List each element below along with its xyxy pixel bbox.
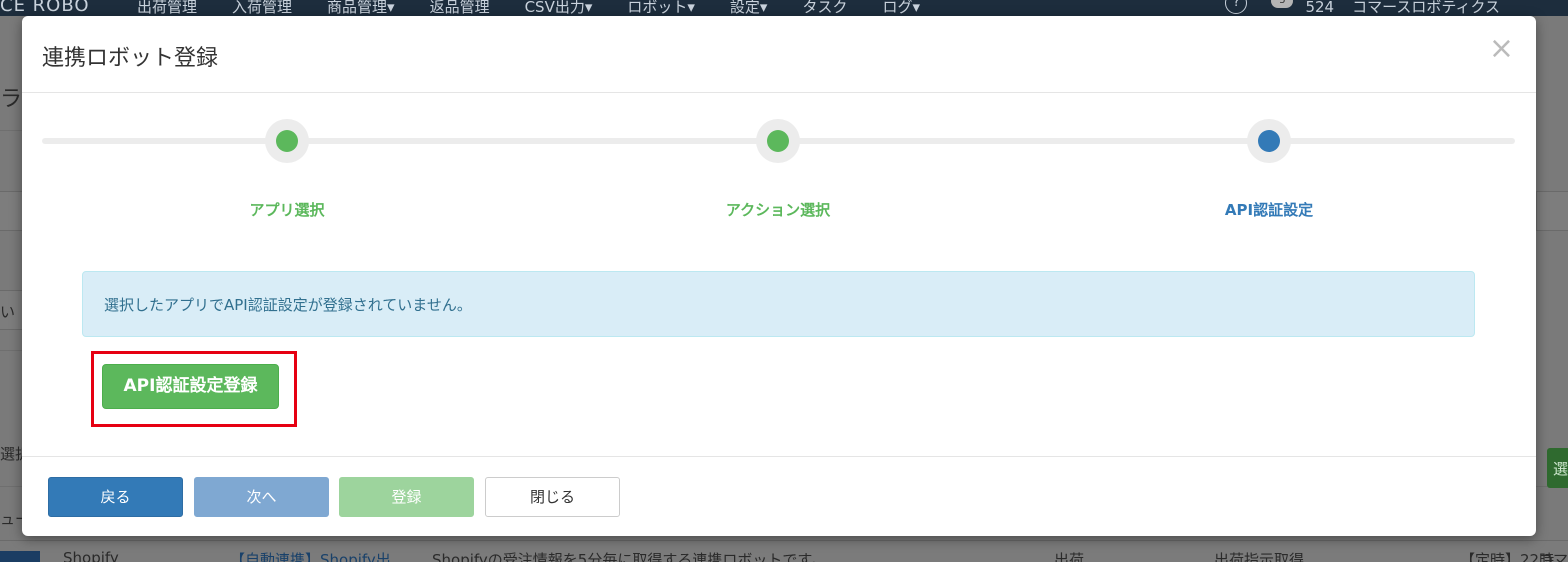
bg-select-fragment: い — [0, 303, 16, 321]
nav-item-shipping[interactable]: 出荷管理 — [137, 0, 197, 16]
close-button[interactable]: 閉じる — [485, 477, 620, 517]
bg-green-button: 選 — [1547, 448, 1568, 488]
bg-row-chip — [0, 551, 40, 562]
bg-input-right — [1536, 191, 1568, 231]
nav-right: ? 5 524 コマースロボティクス — [1225, 0, 1500, 16]
nav-item-robot[interactable]: ロボット▾ — [627, 0, 695, 16]
nav-item-products[interactable]: 商品管理▾ — [327, 0, 395, 16]
bg-divider — [0, 350, 22, 351]
step-circle — [756, 119, 800, 163]
step-api-auth: API認証設定 — [1169, 119, 1369, 220]
bg-cell-action: 出荷指示取得 — [1214, 551, 1305, 562]
nav-item-settings[interactable]: 設定▾ — [730, 0, 768, 16]
bg-green-button-label: 選 — [1553, 460, 1568, 478]
step-label: API認証設定 — [1224, 201, 1314, 219]
bg-cell-name: 【自動連携】Shopify出 — [230, 551, 391, 562]
company-name[interactable]: コマースロボティクス — [1352, 0, 1500, 16]
modal-title: 連携ロボット登録 — [42, 46, 219, 71]
nav-item-returns[interactable]: 返品管理 — [430, 0, 490, 16]
bell-icon[interactable]: 5 — [1265, 0, 1294, 14]
close-icon[interactable]: × — [1489, 34, 1514, 64]
user-id: 524 — [1305, 0, 1335, 16]
bg-heading-fragment: ラ — [0, 87, 23, 112]
step-label: アクション選択 — [725, 201, 831, 219]
bg-input — [0, 191, 24, 231]
step-circle — [265, 119, 309, 163]
step-label: アプリ選択 — [249, 201, 325, 219]
notification-badge: 5 — [1271, 0, 1294, 8]
nav-menu: 出荷管理 入荷管理 商品管理▾ 返品管理 CSV出力▾ ロボット▾ 設定▾ タス… — [137, 0, 955, 16]
bg-cell-description: Shopifyの受注情報を5分毎に取得する連携ロボットです。 — [432, 551, 826, 562]
register-button[interactable]: 登録 — [339, 477, 474, 517]
help-icon[interactable]: ? — [1225, 0, 1248, 14]
back-button[interactable]: 戻る — [48, 477, 183, 517]
nav-item-receiving[interactable]: 入荷管理 — [232, 0, 292, 16]
step-circle — [1247, 119, 1291, 163]
app-logo: CE ROBO — [0, 0, 90, 16]
robot-register-modal: 連携ロボット登録 × アプリ選択 アクション選択 API認証設定 選択したアプリ… — [22, 16, 1536, 536]
info-alert: 選択したアプリでAPI認証設定が登録されていません。 — [82, 271, 1475, 337]
step-app-select: アプリ選択 — [187, 119, 387, 220]
bg-cell-company: コマ — [1538, 551, 1568, 562]
nav-item-csv[interactable]: CSV出力▾ — [525, 0, 593, 16]
nav-item-tasks[interactable]: タスク — [802, 0, 847, 16]
modal-header: 連携ロボット登録 × — [22, 16, 1536, 93]
step-current-dot — [1258, 130, 1280, 152]
step-progress: アプリ選択 アクション選択 API認証設定 — [22, 93, 1536, 243]
step-complete-dot — [276, 130, 298, 152]
nav-item-logs[interactable]: ログ▾ — [882, 0, 920, 16]
api-auth-register-button[interactable]: API認証設定登録 — [102, 364, 279, 409]
next-button[interactable]: 次へ — [194, 477, 329, 517]
step-action-select: アクション選択 — [678, 119, 878, 220]
bg-divider — [0, 130, 22, 131]
bg-cell-category: 出荷 — [1054, 551, 1085, 562]
top-navbar: CE ROBO 出荷管理 入荷管理 商品管理▾ 返品管理 CSV出力▾ ロボット… — [0, 0, 1568, 16]
bg-table-row: Shopify 【自動連携】Shopify出 Shopifyの受注情報を5分毎に… — [0, 540, 1568, 562]
modal-footer: 戻る 次へ 登録 閉じる — [22, 456, 1536, 536]
step-complete-dot — [767, 130, 789, 152]
bg-cell-app: Shopify — [63, 549, 119, 562]
